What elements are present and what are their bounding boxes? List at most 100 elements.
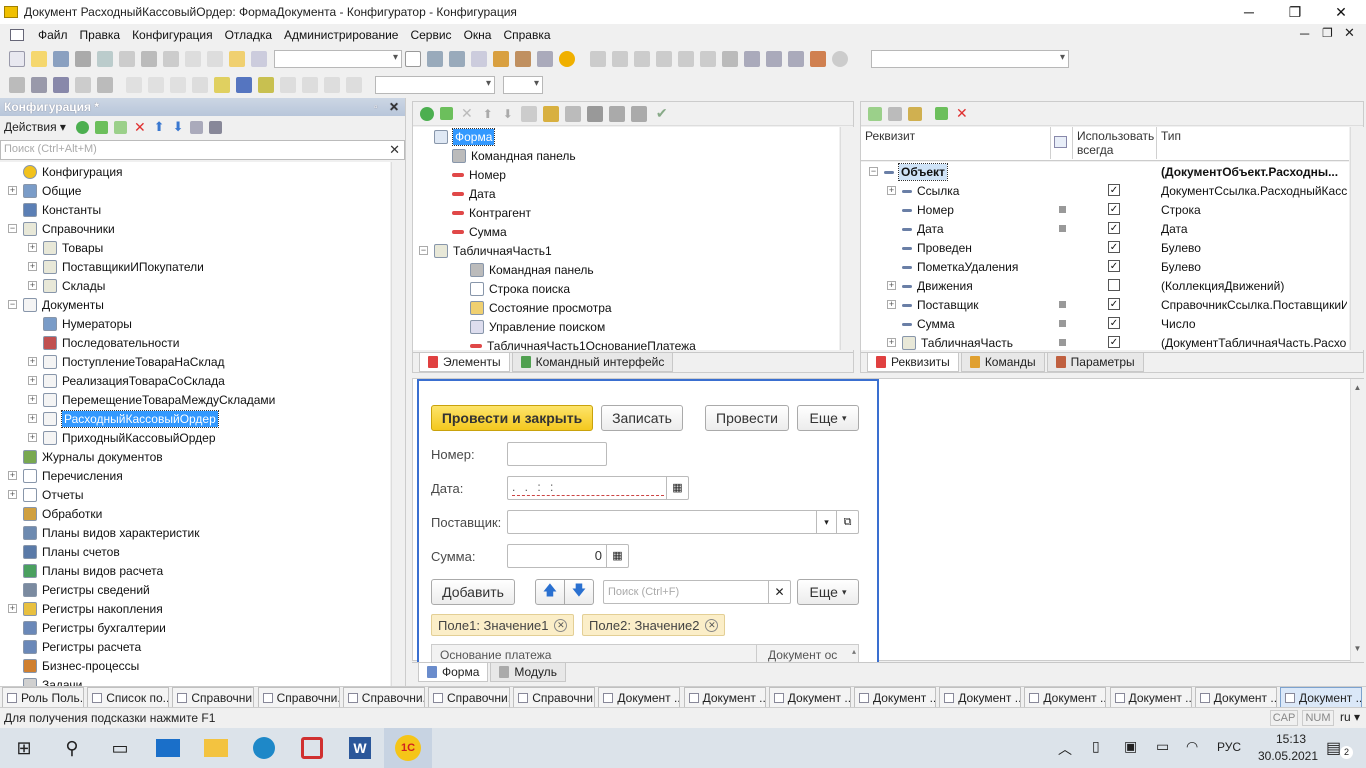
- window-tab[interactable]: Справочни...: [172, 687, 255, 708]
- expand-icon[interactable]: +: [887, 300, 896, 309]
- element-layout-icon[interactable]: [542, 105, 559, 122]
- timer-icon[interactable]: [832, 51, 848, 67]
- underline-icon[interactable]: [170, 77, 186, 93]
- element-down-icon[interactable]: ⬇: [503, 107, 513, 121]
- debug-stop-icon[interactable]: [612, 51, 628, 67]
- expand-icon[interactable]: +: [8, 604, 17, 613]
- header-attribute[interactable]: Реквизит: [861, 127, 1051, 159]
- device-icon[interactable]: ▯: [1092, 738, 1100, 755]
- element-props-icon[interactable]: [520, 105, 537, 122]
- delete-attribute-icon[interactable]: ✕: [956, 105, 968, 122]
- filter-chip-2[interactable]: Поле2: Значение2 ✕: [582, 614, 726, 636]
- windows-start-icon[interactable]: ⊞: [0, 728, 48, 768]
- italic-icon[interactable]: [148, 77, 164, 93]
- window-tab[interactable]: Документ ...: [768, 687, 851, 708]
- clock-date[interactable]: 30.05.2021: [1252, 749, 1324, 763]
- expand-icon[interactable]: +: [28, 376, 37, 385]
- add-table-icon[interactable]: [888, 106, 902, 121]
- add-element-icon[interactable]: [420, 106, 434, 121]
- calculator-icon[interactable]: ▦: [606, 545, 628, 567]
- move-down-icon[interactable]: ⬇: [173, 119, 184, 135]
- tree-item[interactable]: Планы видов характеристик: [0, 523, 390, 542]
- attribute-row[interactable]: + ТабличнаяЧасть ✓ (ДокументТабличнаяЧасть.…: [861, 333, 1349, 350]
- move-up-icon[interactable]: ⬆: [154, 119, 165, 135]
- tree-item[interactable]: + РасходныйКассовыйОрдер: [0, 409, 390, 428]
- tree-item[interactable]: Регистры расчета: [0, 637, 390, 656]
- element-item[interactable]: Сумма: [413, 222, 839, 241]
- element-link-icon[interactable]: [586, 105, 603, 122]
- window-tab[interactable]: Документ ...: [1024, 687, 1107, 708]
- minimize-button[interactable]: ─: [1226, 0, 1272, 24]
- window-tab[interactable]: Документ ...: [1109, 687, 1192, 708]
- window-tab[interactable]: Документ ...: [854, 687, 936, 708]
- clear-search-icon[interactable]: ✕: [389, 142, 400, 158]
- expand-icon[interactable]: +: [28, 395, 37, 404]
- menu-help[interactable]: Справка: [497, 28, 556, 42]
- expand-icon[interactable]: +: [28, 262, 37, 271]
- run-to-cursor-icon[interactable]: [700, 51, 716, 67]
- step-over-icon[interactable]: [656, 51, 672, 67]
- tree-item[interactable]: − Документы: [0, 295, 390, 314]
- element-item[interactable]: Дата: [413, 184, 839, 203]
- clock-time[interactable]: 15:13: [1266, 732, 1316, 746]
- col-header-doc[interactable]: Документ ос: [768, 648, 837, 662]
- expand-icon[interactable]: +: [887, 186, 896, 195]
- post-and-close-button[interactable]: Провести и закрыть: [431, 405, 593, 431]
- menu-service[interactable]: Сервис: [404, 28, 457, 42]
- element-fit-icon[interactable]: [630, 105, 647, 122]
- pin-icon[interactable]: ▫: [374, 102, 378, 113]
- window-tab[interactable]: Справочни...: [257, 687, 340, 708]
- menu-debug[interactable]: Отладка: [219, 28, 278, 42]
- element-item[interactable]: Состояние просмотра: [413, 298, 839, 317]
- window-tab[interactable]: Справочни...: [342, 687, 425, 708]
- debug-start-icon[interactable]: [590, 51, 606, 67]
- add-row-button[interactable]: Добавить: [431, 579, 515, 605]
- write-button[interactable]: Записать: [601, 405, 683, 431]
- step-into-icon[interactable]: [634, 51, 650, 67]
- expand-icon[interactable]: +: [28, 357, 37, 366]
- panel-close-icon[interactable]: ✕: [389, 100, 399, 114]
- cut-icon[interactable]: [75, 51, 91, 67]
- element-item[interactable]: ТабличнаяЧасть1ОснованиеПлатежа: [413, 336, 839, 350]
- align-right-icon[interactable]: [324, 77, 340, 93]
- use-always-checkbox[interactable]: ✓: [1108, 298, 1120, 310]
- module-combo[interactable]: [871, 50, 1069, 68]
- delete-icon[interactable]: ✕: [134, 119, 146, 136]
- open-config-icon[interactable]: [493, 51, 509, 67]
- form-wizard-icon[interactable]: [31, 77, 47, 93]
- use-always-checkbox[interactable]: ✓: [1108, 184, 1120, 196]
- window-tab[interactable]: Список по...: [87, 687, 170, 708]
- tree-item[interactable]: Задачи: [0, 675, 390, 686]
- edit-attribute-icon[interactable]: [935, 107, 948, 120]
- header-icon-col[interactable]: [1051, 127, 1073, 159]
- tree-item[interactable]: Регистры бухгалтерии: [0, 618, 390, 637]
- locals-icon[interactable]: [766, 51, 782, 67]
- mdi-restore-icon[interactable]: ❐: [1322, 26, 1333, 40]
- call-stack-icon[interactable]: [788, 51, 804, 67]
- more-button-2[interactable]: Еще ▾: [797, 579, 859, 605]
- tools-icon[interactable]: [515, 51, 531, 67]
- attributes-scrollbar[interactable]: [1350, 127, 1364, 350]
- mdi-minimize-icon[interactable]: ─: [1300, 26, 1309, 41]
- tree-item[interactable]: Обработки: [0, 504, 390, 523]
- borders-icon[interactable]: [192, 77, 208, 93]
- mdi-close-icon[interactable]: ✕: [1344, 25, 1355, 41]
- security-icon[interactable]: ▣: [1124, 738, 1137, 755]
- expand-icon[interactable]: +: [28, 281, 37, 290]
- sum-input[interactable]: 0 ▦: [507, 544, 629, 568]
- print-icon[interactable]: [141, 51, 157, 67]
- expand-icon[interactable]: +: [8, 471, 17, 480]
- row-down-icon[interactable]: 🡇: [564, 579, 594, 605]
- post-button[interactable]: Провести: [705, 405, 789, 431]
- menu-edit[interactable]: Правка: [74, 28, 127, 42]
- check-icon[interactable]: ✔: [656, 105, 668, 122]
- undo-icon[interactable]: [185, 51, 201, 67]
- app-icon-red[interactable]: [288, 728, 336, 768]
- element-expand-icon[interactable]: [608, 105, 625, 122]
- attribute-row[interactable]: Проведен ✓ Булево: [861, 238, 1349, 257]
- debug-items-icon[interactable]: [810, 51, 826, 67]
- tree-item[interactable]: + ПеремещениеТовараМеждуСкладами: [0, 390, 390, 409]
- attribute-row[interactable]: Номер ✓ Строка: [861, 200, 1349, 219]
- tree-item[interactable]: Нумераторы: [0, 314, 390, 333]
- align-center-icon[interactable]: [302, 77, 318, 93]
